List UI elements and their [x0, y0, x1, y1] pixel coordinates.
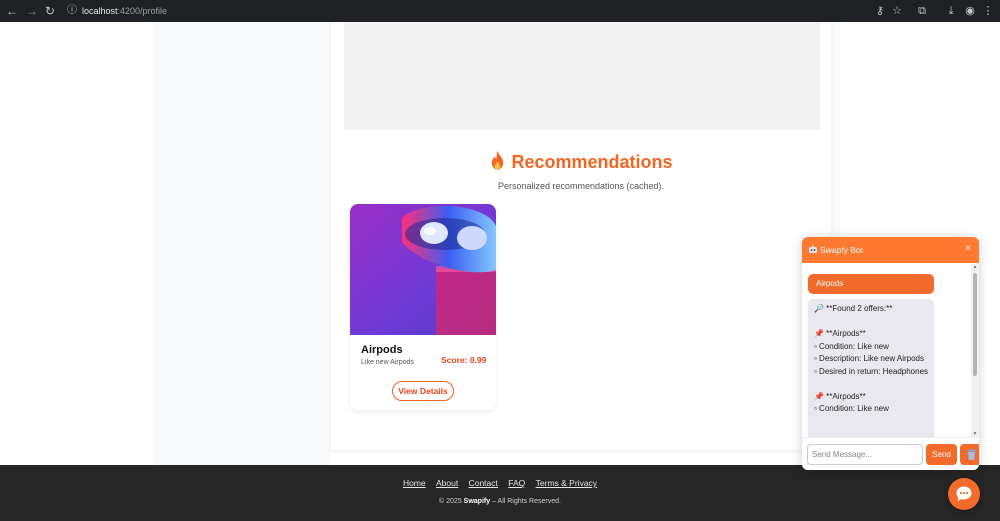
scroll-up-arrow-icon[interactable]: ▲	[971, 264, 979, 270]
site-info-icon[interactable]: ⓘ	[67, 4, 81, 18]
product-image	[350, 204, 496, 335]
chat-input-bar: Send	[802, 437, 979, 470]
bookmark-star-icon[interactable]: ☆	[889, 3, 905, 19]
product-score: Score: 0.99	[441, 355, 487, 365]
scroll-thumb[interactable]	[973, 273, 977, 376]
chatbot-window: Swapfy Bot × Airpods 🔎 **Found 2 offers:…	[802, 237, 979, 470]
footer-links: Home About Contact FAQ Terms & Privacy	[0, 478, 1000, 488]
view-details-button[interactable]: View Details	[392, 381, 454, 401]
footer-link-faq[interactable]: FAQ	[508, 478, 525, 488]
product-name: Airpods	[361, 344, 403, 356]
fire-icon	[492, 151, 504, 170]
footer-link-terms[interactable]: Terms & Privacy	[536, 478, 597, 488]
chat-toggle-button[interactable]	[948, 478, 980, 510]
chat-title: Swapfy Bot	[808, 244, 863, 255]
trash-icon	[967, 449, 976, 460]
copyright-text: – All Rights Reserved.	[492, 498, 561, 505]
browser-toolbar: ← → ↻ ⓘ localhost:4200/profile ⚷ ☆ ⧉ ⤓ ◉…	[0, 0, 1000, 22]
url-host: localhost	[82, 6, 118, 16]
url-path: :4200/profile	[117, 6, 168, 16]
bot-message: 🔎 **Found 2 offers:** 📌 **Airpods** ▫ Co…	[808, 299, 934, 437]
chat-title-text: Swapfy Bot	[820, 245, 863, 255]
back-icon[interactable]: ←	[4, 3, 20, 19]
chat-close-button[interactable]: ×	[965, 243, 971, 254]
clear-chat-button[interactable]	[960, 444, 979, 465]
reload-icon[interactable]: ↻	[42, 3, 58, 19]
menu-icon[interactable]: ⋮	[980, 3, 996, 19]
site-footer: Home About Contact FAQ Terms & Privacy ©…	[0, 465, 1000, 521]
product-description: Like new Airpods	[361, 359, 414, 366]
extensions-icon[interactable]: ⧉	[914, 3, 930, 19]
recommendations-title: Recommendations	[511, 152, 673, 172]
url-text: localhost:4200/profile	[82, 5, 167, 17]
footer-copyright: © 2025 Swapify – All Rights Reserved.	[0, 498, 1000, 505]
password-key-icon[interactable]: ⚷	[872, 3, 888, 19]
robot-icon	[809, 244, 817, 253]
chat-scrollbar[interactable]: ▲ ▼	[971, 264, 979, 437]
address-bar[interactable]: ⓘ localhost:4200/profile	[62, 2, 867, 20]
recommendations-subtitle: Personalized recommendations (cached).	[497, 181, 665, 191]
footer-link-home[interactable]: Home	[403, 478, 426, 488]
download-icon[interactable]: ⤓	[943, 3, 959, 19]
footer-link-contact[interactable]: Contact	[469, 478, 498, 488]
chat-message-input[interactable]	[807, 444, 923, 465]
recommendations-heading: Recommendations	[331, 151, 831, 173]
left-column	[153, 22, 331, 465]
copyright-year: © 2025	[439, 498, 462, 505]
profile-icon[interactable]: ◉	[962, 3, 978, 19]
chat-bubble-icon	[956, 486, 972, 502]
chat-messages[interactable]: Airpods 🔎 **Found 2 offers:** 📌 **Airpod…	[802, 263, 979, 437]
send-button[interactable]: Send	[926, 444, 957, 465]
forward-icon[interactable]: →	[24, 3, 40, 19]
footer-brand: Swapify	[463, 498, 491, 505]
user-message: Airpods	[808, 274, 934, 294]
footer-link-about[interactable]: About	[436, 478, 458, 488]
chat-header: Swapfy Bot ×	[802, 237, 979, 263]
content-placeholder	[344, 22, 820, 130]
product-card: Airpods Like new Airpods Score: 0.99 Vie…	[350, 204, 496, 410]
